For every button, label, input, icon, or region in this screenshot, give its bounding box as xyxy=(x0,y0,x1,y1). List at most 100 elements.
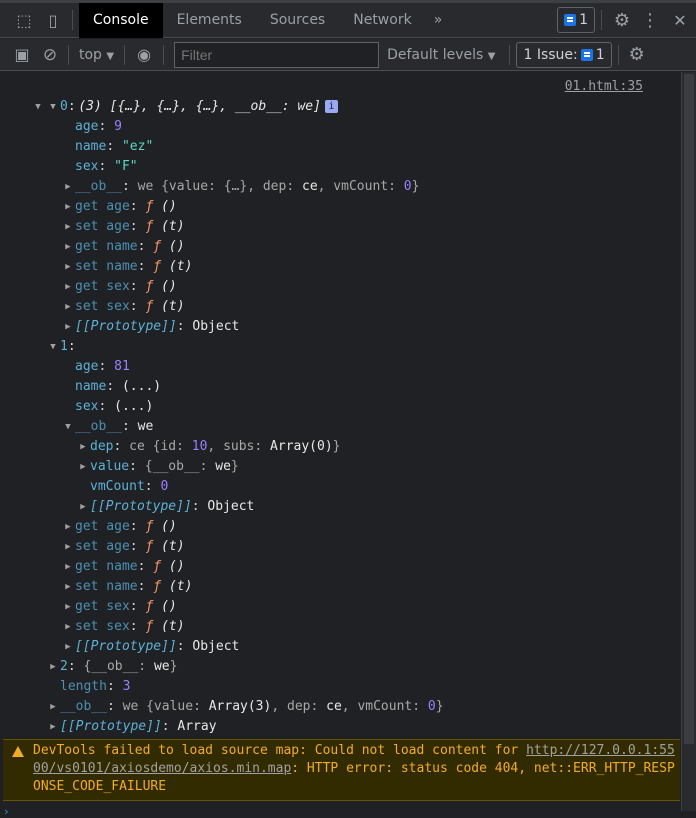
console-prompt-icon[interactable]: › xyxy=(3,805,10,818)
expand-arrow-down-icon[interactable]: ▼ xyxy=(33,97,43,117)
live-expression-eye-icon[interactable]: ◉ xyxy=(131,45,157,64)
info-icon: i xyxy=(324,100,338,113)
settings-gear-icon[interactable]: ⚙ xyxy=(608,10,636,31)
console-output: ▼ (3) [{…}, {…}, {…}, __ob__: we] i 01.htm… xyxy=(3,72,680,818)
expand-arrow-right-icon[interactable]: ▶ xyxy=(48,657,58,677)
property-key: get sex xyxy=(75,599,130,614)
expand-arrow-right-icon[interactable]: ▶ xyxy=(63,317,73,337)
expand-arrow-right-icon[interactable]: ▶ xyxy=(78,437,88,457)
console-settings-gear-icon[interactable]: ⚙ xyxy=(625,44,649,65)
tab-elements[interactable]: Elements xyxy=(163,3,256,38)
property-value: : xyxy=(191,499,208,514)
more-tabs-button[interactable]: » xyxy=(426,3,451,38)
expand-arrow-down-icon[interactable]: ▼ xyxy=(48,97,58,117)
property-value: : xyxy=(144,479,161,494)
console-toolbar: ▣ ⊘ top ▼ ◉ Default levels ▼ 1 Issue: 1 ⚙ xyxy=(0,39,696,71)
expand-arrow-right-icon[interactable]: ▶ xyxy=(63,517,73,537)
tree-row[interactable]: ▶ dep: ce {id: 10, subs: Array(0)} xyxy=(78,437,340,457)
expand-arrow-right-icon[interactable]: ▶ xyxy=(63,577,73,597)
expand-arrow-right-icon[interactable]: ▶ xyxy=(63,637,73,657)
tree-row[interactable]: ▼ 1: xyxy=(48,337,83,357)
tree-row[interactable]: ▶ get age: ƒ () xyxy=(63,517,176,537)
inspect-element-icon[interactable]: ⬚ xyxy=(8,11,40,30)
tree-row[interactable]: ▶ [[Prototype]]: Object xyxy=(78,497,254,517)
issues-badge[interactable]: 1 xyxy=(557,7,595,33)
property-key: __ob__ xyxy=(75,179,122,194)
expand-arrow-right-icon[interactable]: ▶ xyxy=(63,197,73,217)
expand-arrow-right-icon[interactable]: ▶ xyxy=(63,597,73,617)
tab-sources[interactable]: Sources xyxy=(256,3,339,38)
expand-arrow-right-icon[interactable]: ▶ xyxy=(48,697,58,717)
context-label: top xyxy=(79,46,102,63)
expand-arrow-right-icon[interactable]: ▶ xyxy=(63,557,73,577)
tree-row[interactable]: ▶ [[Prototype]]: Object xyxy=(63,637,239,657)
property-value: : xyxy=(176,639,193,654)
tab-console[interactable]: Console xyxy=(79,2,163,38)
expand-arrow-right-icon[interactable]: ▶ xyxy=(48,717,58,737)
tree-row[interactable]: ▶ __ob__: we {value: {…}, dep: ce, vmCoun… xyxy=(63,177,419,197)
issues-button[interactable]: 1 Issue: 1 xyxy=(516,41,612,68)
tree-row[interactable]: ▶ get sex: ƒ () xyxy=(63,597,176,617)
property-key: 1 xyxy=(60,339,68,354)
tree-row[interactable]: ▶ get age: ƒ () xyxy=(63,197,176,217)
sidebar-toggle-icon[interactable]: ▣ xyxy=(6,45,38,64)
tree-row[interactable]: ▶ set name: ƒ (t) xyxy=(63,257,192,277)
log-summary[interactable]: ▼ (3) [{…}, {…}, {…}, __ob__: we] i xyxy=(33,77,338,114)
property-key: [[Prototype]] xyxy=(75,319,177,334)
scrollbar[interactable] xyxy=(681,72,696,811)
expand-arrow-right-icon[interactable]: ▶ xyxy=(63,177,73,197)
device-toolbar-icon[interactable]: ▯ xyxy=(40,11,66,30)
property-value: : xyxy=(98,159,115,174)
divider xyxy=(72,10,73,30)
more-options-icon[interactable]: ⋮ xyxy=(636,10,664,31)
expand-arrow-right-icon[interactable]: ▶ xyxy=(63,257,73,277)
expand-arrow-right-icon[interactable]: ▶ xyxy=(63,217,73,237)
tree-row[interactable]: ▶ get name: ƒ () xyxy=(63,557,184,577)
filter-input[interactable] xyxy=(174,41,380,68)
property-key: set sex xyxy=(75,299,130,314)
property-value: (t) xyxy=(161,579,193,594)
expand-arrow-down-icon[interactable]: ▼ xyxy=(63,417,73,437)
property-value: ce xyxy=(326,699,342,714)
dropdown-arrow-icon: ▼ xyxy=(487,50,496,62)
scrollbar-thumb[interactable] xyxy=(684,74,694,744)
tree-row[interactable]: ▶ set age: ƒ (t) xyxy=(63,217,184,237)
tree-row[interactable]: ▼ 0: xyxy=(48,97,83,117)
tree-row[interactable]: ▶ set sex: ƒ (t) xyxy=(63,617,185,637)
property-value: } xyxy=(230,459,239,474)
expand-arrow-right-icon[interactable]: ▶ xyxy=(78,497,88,517)
expand-arrow-right-icon[interactable]: ▶ xyxy=(63,237,73,257)
close-icon[interactable]: ✕ xyxy=(664,11,696,30)
tree-row[interactable]: ▶ get sex: ƒ () xyxy=(63,277,176,297)
issue-flag-icon xyxy=(564,14,577,26)
tree-row[interactable]: ▶ set name: ƒ (t) xyxy=(63,577,192,597)
property-value: (t) xyxy=(153,619,185,634)
expand-arrow-right-icon[interactable]: ▶ xyxy=(63,537,73,557)
context-select[interactable]: top ▼ xyxy=(75,47,118,63)
source-link[interactable]: 01.html:35 xyxy=(565,79,643,94)
tree-row[interactable]: ▶ 2: {__ob__: we} xyxy=(48,657,177,677)
tree-row[interactable]: ▼ __ob__: we xyxy=(63,417,153,437)
tree-row[interactable]: ▶ [[Prototype]]: Array xyxy=(48,717,216,737)
property-value: : xyxy=(106,379,122,394)
tree-row[interactable]: ▶ value: {__ob__: we} xyxy=(78,457,239,477)
tree-row[interactable]: ▶ set sex: ƒ (t) xyxy=(63,297,184,317)
expand-arrow-right-icon[interactable]: ▶ xyxy=(63,617,73,637)
property-key: set name xyxy=(75,579,138,594)
clear-console-icon[interactable]: ⊘ xyxy=(38,45,62,65)
property-value: : xyxy=(106,139,122,154)
tree-row[interactable]: ▶ [[Prototype]]: Object xyxy=(63,317,239,337)
property-value: 9 xyxy=(114,119,122,134)
tree-row[interactable]: ▶ __ob__: we {value: Array(3), dep: ce, v… xyxy=(48,697,443,717)
property-value: (...) xyxy=(121,379,162,394)
expand-arrow-right-icon[interactable]: ▶ xyxy=(78,457,88,477)
expand-arrow-right-icon[interactable]: ▶ xyxy=(63,277,73,297)
expand-arrow-down-icon[interactable]: ▼ xyxy=(48,337,58,357)
tab-network[interactable]: Network xyxy=(339,3,425,38)
log-levels-select[interactable]: Default levels ▼ xyxy=(379,47,503,63)
tree-row[interactable]: ▶ get name: ƒ () xyxy=(63,237,184,257)
expand-arrow-right-icon[interactable]: ▶ xyxy=(63,297,73,317)
property-value: : xyxy=(98,119,115,134)
property-value: } xyxy=(169,659,178,674)
tree-row[interactable]: ▶ set age: ƒ (t) xyxy=(63,537,184,557)
